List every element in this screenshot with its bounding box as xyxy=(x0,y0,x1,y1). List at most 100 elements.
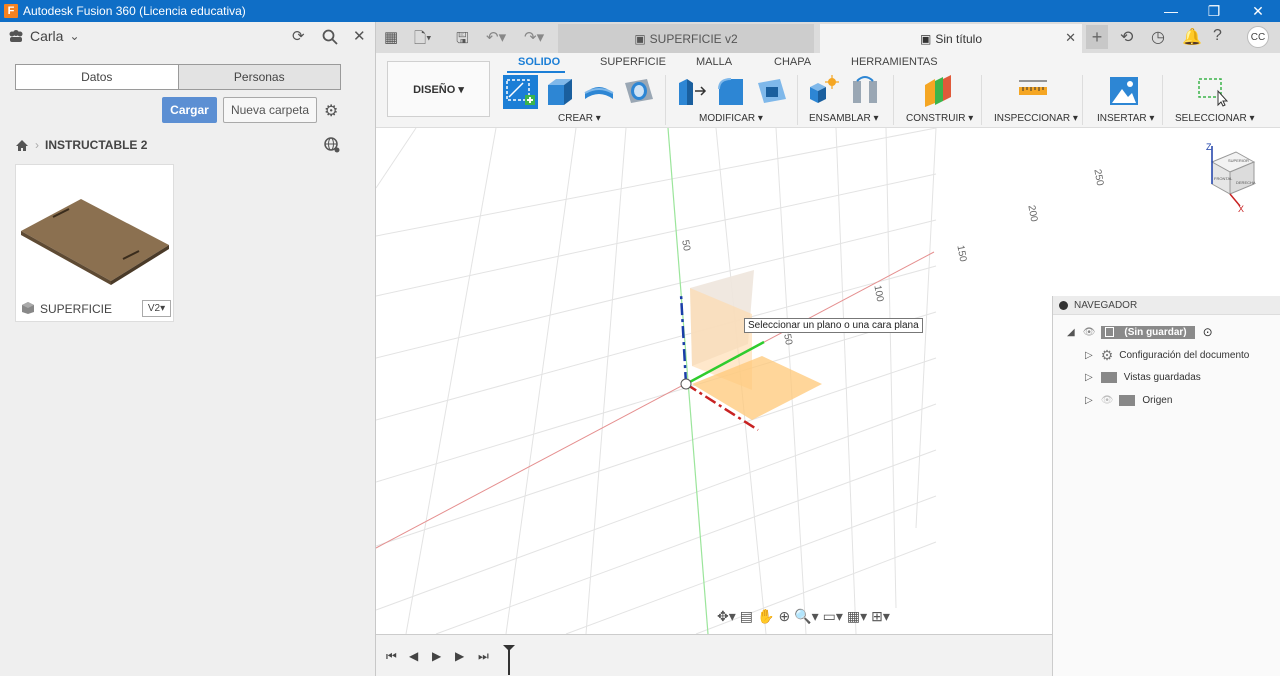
pan-icon[interactable]: ✋ xyxy=(757,608,774,625)
expand-arrow-icon[interactable]: ▷ xyxy=(1085,395,1093,406)
close-panel-icon[interactable]: ✕ xyxy=(353,27,366,45)
chevron-down-icon[interactable]: ⌄ xyxy=(69,29,79,43)
home-icon[interactable] xyxy=(15,139,29,152)
view-cube-front[interactable]: FRONTAL xyxy=(1214,176,1233,181)
file-menu-icon[interactable]: 🗋▾ xyxy=(414,28,432,53)
shell-icon[interactable] xyxy=(756,75,788,107)
play-icon[interactable]: ▶ xyxy=(432,649,441,663)
new-tab-button[interactable]: + xyxy=(1086,25,1108,49)
save-icon[interactable]: 🖫 xyxy=(456,28,469,53)
step-forward-icon[interactable]: ▶ xyxy=(455,649,464,663)
tab-solido[interactable]: SOLIDO xyxy=(518,56,560,68)
window-title: Autodesk Fusion 360 (Licencia educativa) xyxy=(23,4,246,18)
close-tab-icon[interactable]: ✕ xyxy=(1065,30,1076,46)
view-cube[interactable]: Z X SUPERIOR FRONTAL DERECHA xyxy=(1198,140,1264,214)
upload-button[interactable]: Cargar xyxy=(162,97,217,123)
document-cube-icon: ▣ xyxy=(919,31,932,46)
hole-icon[interactable] xyxy=(623,75,655,107)
expand-triangle-icon[interactable]: ◢ xyxy=(1067,327,1075,338)
group-insertar[interactable]: INSERTAR ▾ xyxy=(1097,113,1154,124)
origin-point[interactable] xyxy=(680,378,692,390)
search-icon[interactable] xyxy=(322,29,338,45)
expand-arrow-icon[interactable]: ▷ xyxy=(1085,350,1093,361)
new-component-icon[interactable] xyxy=(808,75,840,107)
gear-icon[interactable]: ⚙ xyxy=(324,101,338,121)
step-back-icon[interactable]: ◀ xyxy=(409,649,418,663)
timeline-marker[interactable] xyxy=(503,645,515,675)
version-dropdown[interactable]: V2▾ xyxy=(142,300,171,317)
team-icon[interactable] xyxy=(8,29,24,43)
group-ensamblar[interactable]: ENSAMBLAR ▾ xyxy=(809,113,878,124)
zoom-icon[interactable]: ⊕ xyxy=(778,608,790,625)
tab-chapa[interactable]: CHAPA xyxy=(774,56,811,68)
tab-datos[interactable]: Datos xyxy=(16,65,179,89)
undo-icon[interactable]: ↶▾ xyxy=(486,28,506,46)
apps-grid-icon[interactable]: ▦ xyxy=(384,28,398,46)
extrude-icon[interactable] xyxy=(544,75,576,107)
measure-icon[interactable] xyxy=(1017,75,1049,107)
go-to-end-icon[interactable]: ⏭ xyxy=(478,649,489,664)
breadcrumb: › INSTRUCTABLE 2 xyxy=(15,138,147,152)
group-seleccionar[interactable]: SELECCIONAR ▾ xyxy=(1175,113,1254,124)
view-cube-top[interactable]: SUPERIOR xyxy=(1228,158,1249,163)
select-box-icon[interactable] xyxy=(1196,75,1228,107)
create-sketch-icon[interactable] xyxy=(503,75,538,109)
revolve-icon[interactable] xyxy=(583,75,615,107)
navigator-item-label: Configuración del documento xyxy=(1119,349,1250,361)
bell-icon[interactable]: 🔔 xyxy=(1182,27,1202,47)
navigator-item[interactable]: ▷ ⚙ Configuración del documento xyxy=(1053,345,1249,365)
look-at-icon[interactable]: ▤ xyxy=(740,608,753,625)
design-card[interactable]: SUPERFICIE V2▾ xyxy=(15,164,174,322)
minimize-button[interactable]: — xyxy=(1149,0,1193,22)
tab-personas[interactable]: Personas xyxy=(178,65,340,89)
go-to-start-icon[interactable]: ⏮ xyxy=(386,649,397,664)
design-cube-icon xyxy=(22,302,34,314)
joint-icon[interactable] xyxy=(849,75,881,107)
tab-sin-titulo[interactable]: ▣ Sin título ✕ xyxy=(820,24,1082,53)
group-modificar[interactable]: MODIFICAR ▾ xyxy=(699,113,763,124)
avatar[interactable]: CC xyxy=(1247,26,1269,48)
navigator-root[interactable]: ◢ 👁 (Sin guardar) ⊙ xyxy=(1053,322,1213,342)
job-status-icon[interactable]: ◷ xyxy=(1151,27,1165,47)
redo-icon[interactable]: ↷▾ xyxy=(524,28,544,46)
globe-icon[interactable] xyxy=(324,137,340,153)
expand-arrow-icon[interactable]: ▷ xyxy=(1085,372,1093,383)
tab-malla[interactable]: MALLA xyxy=(696,56,732,68)
display-settings-icon[interactable]: ▭▾ xyxy=(823,608,843,625)
view-cube-right[interactable]: DERECHA xyxy=(1236,180,1256,185)
data-panel-tabs: Datos Personas xyxy=(15,64,341,90)
user-name[interactable]: Carla xyxy=(30,28,63,44)
tab-superficie[interactable]: SUPERFICIE xyxy=(600,56,666,68)
browser-navigator: NAVEGADOR ◢ 👁 (Sin guardar) ⊙ ▷ ⚙ Config… xyxy=(1052,296,1280,676)
navigator-item[interactable]: ▷ Vistas guardadas xyxy=(1053,367,1201,387)
navigator-header[interactable]: NAVEGADOR xyxy=(1053,296,1280,315)
restore-button[interactable]: ❐ xyxy=(1192,0,1236,22)
hidden-eye-icon[interactable]: 👁 xyxy=(1101,395,1114,406)
tab-herramientas[interactable]: HERRAMIENTAS xyxy=(851,56,938,68)
help-icon[interactable]: ? xyxy=(1213,27,1222,45)
workspace-switcher[interactable]: DISEÑO ▾ xyxy=(387,61,490,117)
grid-settings-icon[interactable]: ▦▾ xyxy=(847,608,867,625)
refresh-icon[interactable]: ⟳ xyxy=(292,27,305,45)
extensions-icon[interactable]: ⟲ xyxy=(1120,27,1133,47)
fillet-icon[interactable] xyxy=(715,75,747,107)
tab-label: SUPERFICIE v2 xyxy=(649,31,738,46)
collapse-icon[interactable] xyxy=(1059,300,1068,310)
new-folder-button[interactable]: Nueva carpeta xyxy=(223,97,317,123)
canvas-viewport[interactable]: 50 100 50 150 200 250 Seleccionar un pla… xyxy=(375,127,1105,635)
tab-superficie-v2[interactable]: ▣ SUPERFICIE v2 xyxy=(558,24,814,53)
group-construir[interactable]: CONSTRUIR ▾ xyxy=(906,113,973,124)
group-inspeccionar[interactable]: INSPECCIONAR ▾ xyxy=(994,113,1078,124)
radio-activate-icon[interactable]: ⊙ xyxy=(1203,325,1213,339)
navigator-item[interactable]: ▷ 👁 Origen xyxy=(1053,390,1172,410)
visibility-icon[interactable]: 👁 xyxy=(1083,327,1096,338)
group-crear[interactable]: CREAR ▾ xyxy=(558,113,601,124)
press-pull-icon[interactable] xyxy=(675,75,707,107)
close-window-button[interactable]: ✕ xyxy=(1236,0,1280,22)
viewports-icon[interactable]: ⊞▾ xyxy=(871,608,890,625)
insert-image-icon[interactable] xyxy=(1108,75,1140,107)
offset-plane-icon[interactable] xyxy=(921,75,953,107)
breadcrumb-project[interactable]: INSTRUCTABLE 2 xyxy=(45,138,147,152)
fit-icon[interactable]: 🔍▾ xyxy=(794,608,818,625)
orbit-icon[interactable]: ✥▾ xyxy=(717,608,736,625)
